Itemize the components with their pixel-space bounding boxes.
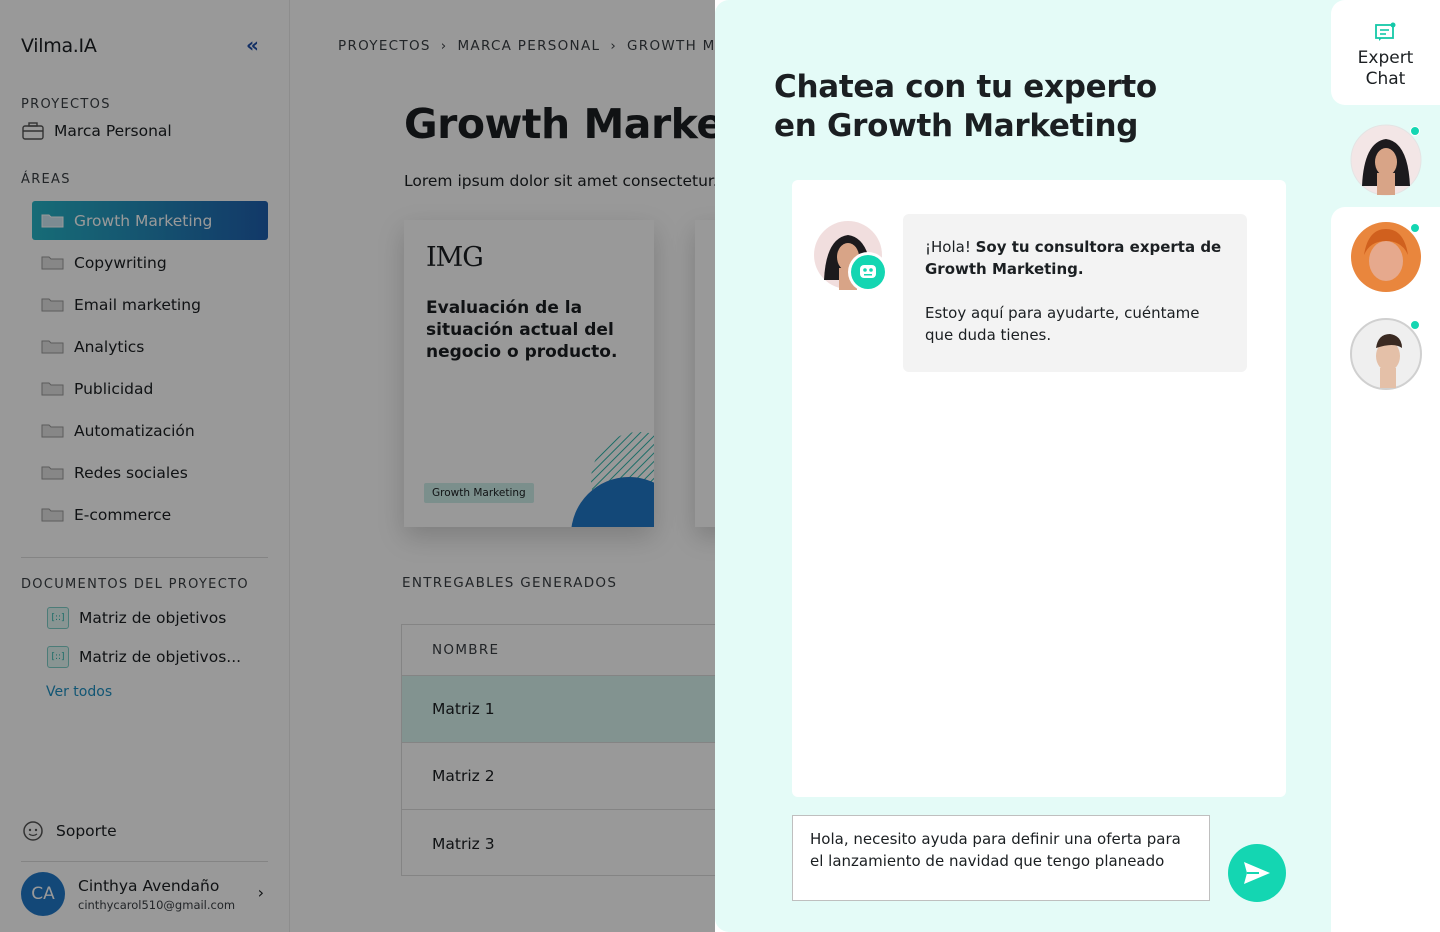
chat-messages: ¡Hola! Soy tu consultora experta de Grow… xyxy=(792,180,1286,797)
chat-bubble-expert: ¡Hola! Soy tu consultora experta de Grow… xyxy=(903,214,1247,372)
online-indicator xyxy=(1410,126,1420,136)
send-button[interactable] xyxy=(1228,844,1286,902)
expert-avatar xyxy=(814,221,888,292)
message-text: Estoy aquí para ayudarte, cuéntame que d… xyxy=(925,304,1200,344)
modal-overlay[interactable] xyxy=(0,0,715,932)
expert-avatar-2[interactable] xyxy=(1350,221,1422,293)
app: Vilma.IA « PROYECTOS Marca Personal ÁREA… xyxy=(0,0,1440,932)
chat-icon xyxy=(1374,22,1395,41)
greeting-text: ¡Hola! xyxy=(925,238,976,256)
expert-rail: Expert Chat xyxy=(1331,0,1440,932)
chat-title: Chatea con tu experto en Growth Marketin… xyxy=(774,69,1157,144)
chat-input[interactable]: Hola, necesito ayuda para definir una of… xyxy=(792,815,1210,901)
expert-list xyxy=(1331,207,1440,932)
online-indicator xyxy=(1410,223,1420,233)
online-indicator xyxy=(1410,320,1420,330)
expert-chat-button[interactable]: Expert Chat xyxy=(1331,0,1440,105)
expert-chat-label: Expert xyxy=(1357,48,1414,68)
expert-avatar-3[interactable] xyxy=(1350,318,1422,390)
expert-chat-label: Chat xyxy=(1365,69,1406,89)
expert-avatar-growth[interactable] xyxy=(1350,124,1422,196)
send-icon xyxy=(1244,862,1270,884)
